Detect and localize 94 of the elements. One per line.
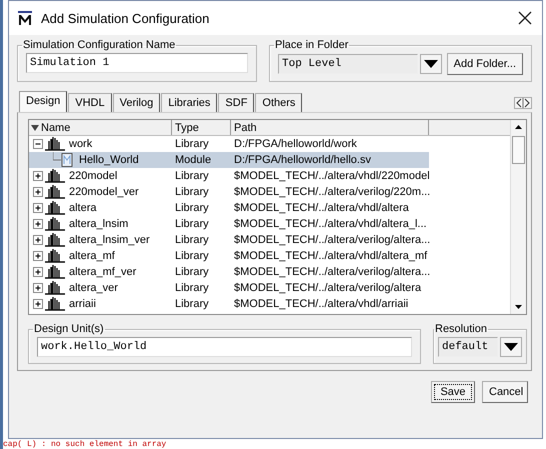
path-cell-text: $MODEL_TECH/../altera/vhdl/altera_mf xyxy=(233,250,428,262)
type-cell-text: Library xyxy=(174,218,210,230)
tree-row[interactable]: altera_mf Library $MODEL_TECH/../altera/vhdl/altera_mf xyxy=(29,248,429,264)
expand-icon[interactable] xyxy=(33,234,44,246)
tree-row[interactable]: altera_lnsim Library $MODEL_TECH/../altera/vhdl/altera_l... xyxy=(29,216,429,232)
item-name: work xyxy=(69,138,92,150)
type-cell-text: Library xyxy=(174,250,210,262)
resolution-dropdown[interactable]: default xyxy=(438,337,498,357)
tab[interactable]: SDF xyxy=(218,93,254,112)
tab[interactable]: Design xyxy=(19,91,68,112)
item-name: 220model_ver xyxy=(69,186,139,198)
item-name: arriaii xyxy=(69,298,96,310)
column-header[interactable]: Name xyxy=(29,120,172,135)
tab[interactable]: Others xyxy=(255,93,302,112)
tree-row[interactable]: altera_ver Library $MODEL_TECH/../altera/verilog/altera xyxy=(29,280,429,296)
tree-row[interactable]: work Library D:/FPGA/helloworld/work xyxy=(29,136,429,152)
group-label: Design Unit(s) xyxy=(33,323,105,335)
item-name: altera xyxy=(69,202,97,214)
group-label: Place in Folder xyxy=(274,39,350,51)
library-books-icon xyxy=(45,184,65,200)
library-books-icon xyxy=(45,216,65,232)
path-cell-text: $MODEL_TECH/../altera/verilog/altera xyxy=(233,282,422,294)
console-error-text: cap( L) : no such element in array xyxy=(3,440,166,449)
add-folder-button[interactable]: Add Folder... xyxy=(446,53,523,75)
path-cell-text: $MODEL_TECH/../altera/vhdl/220model xyxy=(233,170,429,182)
type-cell-text: Library xyxy=(174,298,210,310)
m-logo-icon xyxy=(17,10,33,26)
path-cell-text: D:/FPGA/helloworld/work xyxy=(233,138,358,150)
path-cell-text: $MODEL_TECH/../altera/verilog/220m... xyxy=(233,186,429,198)
tree-row[interactable]: altera_mf_ver Library $MODEL_TECH/../altera/verilog/altera... xyxy=(29,264,429,280)
cancel-button[interactable]: Cancel xyxy=(482,381,528,403)
expand-icon[interactable] xyxy=(33,250,44,262)
tree-row[interactable]: 220model Library $MODEL_TECH/../altera/vhdl/220model xyxy=(29,168,429,184)
type-cell-text: Module xyxy=(174,154,212,166)
tab-scroll-arrows-icon[interactable] xyxy=(514,97,532,109)
item-name: altera_mf_ver xyxy=(69,266,136,278)
configuration-name-field[interactable]: Simulation 1 xyxy=(26,53,248,73)
path-cell-text: $MODEL_TECH/../altera/verilog/altera... xyxy=(233,234,429,246)
design-units-field[interactable]: work.Hello_World xyxy=(37,337,412,357)
item-name: altera_lnsim_ver xyxy=(69,234,150,246)
item-name: Hello_World xyxy=(79,154,139,166)
expand-icon[interactable] xyxy=(33,266,44,278)
type-cell-text: Library xyxy=(174,234,210,246)
expand-icon[interactable] xyxy=(33,186,44,198)
path-cell-text: $MODEL_TECH/../altera/vhdl/altera xyxy=(233,202,410,214)
path-cell-text: $MODEL_TECH/../altera/verilog/altera... xyxy=(233,266,429,278)
item-name: altera_lnsim xyxy=(69,218,128,230)
path-cell-text: $MODEL_TECH/../altera/vhdl/arriaii xyxy=(233,298,410,310)
tree-row[interactable]: altera Library $MODEL_TECH/../altera/vhdl/altera xyxy=(29,200,429,216)
column-label: Name xyxy=(41,122,70,134)
folder-dropdown[interactable]: Top Level xyxy=(278,54,418,74)
tree-row[interactable]: arriaii Library $MODEL_TECH/../altera/vhdl/arriaii xyxy=(29,296,429,312)
window-title: Add Simulation Configuration xyxy=(41,10,210,26)
path-cell-text: $MODEL_TECH/../altera/vhdl/altera_l... xyxy=(233,218,428,230)
library-books-icon xyxy=(45,296,65,312)
module-file-icon xyxy=(53,152,75,168)
type-cell-text: Library xyxy=(174,138,210,150)
tree-row[interactable]: 220model_ver Library $MODEL_TECH/../altera/verilog/220m... xyxy=(29,184,429,200)
library-books-icon xyxy=(45,248,65,264)
library-books-icon xyxy=(45,136,65,152)
column-header[interactable]: Type xyxy=(172,120,231,135)
library-books-icon xyxy=(45,168,65,184)
tab[interactable]: VHDL xyxy=(68,93,112,112)
tree-row[interactable]: altera_lnsim_ver Library $MODEL_TECH/../altera/verilog/altera... xyxy=(29,232,429,248)
type-cell-text: Library xyxy=(174,282,210,294)
group-label: Simulation Configuration Name xyxy=(22,39,176,51)
item-name: 220model xyxy=(69,170,118,182)
expand-icon[interactable] xyxy=(33,218,44,230)
item-name: altera_ver xyxy=(69,282,118,294)
library-books-icon xyxy=(45,264,65,280)
library-books-icon xyxy=(45,232,65,248)
item-name: altera_mf xyxy=(69,250,115,262)
library-books-icon xyxy=(45,280,65,296)
scroll-thumb[interactable] xyxy=(512,136,525,164)
expand-icon[interactable] xyxy=(33,202,44,214)
path-cell-text: D:/FPGA/helloworld/hello.sv xyxy=(233,154,372,166)
type-cell-text: Library xyxy=(174,186,210,198)
close-icon[interactable] xyxy=(518,11,532,25)
collapse-icon[interactable] xyxy=(33,138,44,150)
group-label: Resolution xyxy=(434,323,488,335)
expand-icon[interactable] xyxy=(33,170,44,182)
expand-icon[interactable] xyxy=(33,298,44,310)
expand-icon[interactable] xyxy=(33,282,44,294)
save-button[interactable]: Save xyxy=(431,381,475,403)
type-cell-text: Library xyxy=(174,202,210,214)
type-cell-text: Library xyxy=(174,170,210,182)
column-header[interactable]: Path xyxy=(231,120,429,135)
type-cell-text: Library xyxy=(174,266,210,278)
tab[interactable]: Libraries xyxy=(161,93,218,112)
sort-arrow-icon[interactable] xyxy=(31,124,39,132)
library-books-icon xyxy=(45,200,65,216)
vertical-scrollbar[interactable] xyxy=(510,120,526,314)
tree-row[interactable]: Hello_World Module D:/FPGA/helloworld/hello.sv xyxy=(29,152,429,168)
tab[interactable]: Verilog xyxy=(112,93,160,112)
